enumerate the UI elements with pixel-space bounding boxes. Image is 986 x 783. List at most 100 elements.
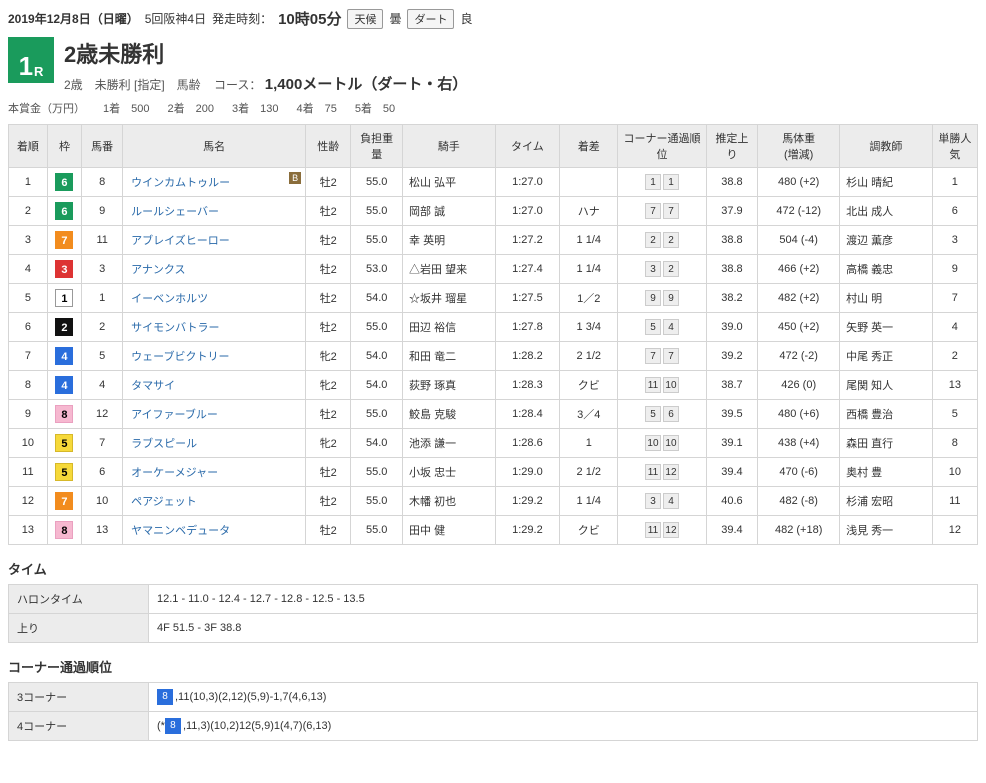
corner-pos: 4 — [663, 319, 679, 335]
horse-name-cell: ルールシェーバー — [123, 197, 306, 226]
horse-name-link[interactable]: アイファーブルー — [131, 409, 218, 421]
rank-cell: 5 — [9, 284, 48, 313]
corner-cell: 11 — [618, 168, 706, 197]
horse-name-link[interactable]: ヤマニンベデュータ — [131, 525, 230, 537]
column-header: タイム — [495, 125, 560, 168]
popularity-cell: 1 — [932, 168, 977, 197]
time-cell: 1:27.0 — [495, 168, 560, 197]
horse-weight-cell: 472 (-12) — [758, 197, 840, 226]
horse-weight-cell: 504 (-4) — [758, 226, 840, 255]
rank-cell: 11 — [9, 458, 48, 487]
time-row-value: 4F 51.5 - 3F 38.8 — [149, 614, 978, 643]
waku-cell: 6 — [47, 168, 81, 197]
rank-cell: 10 — [9, 429, 48, 458]
table-row: 745ウェーブビクトリー牝254.0和田 竜二1:28.22 1/27739.2… — [9, 342, 978, 371]
margin-cell: 1 1/4 — [560, 226, 618, 255]
sex-age-cell: 牡2 — [306, 284, 351, 313]
prize-line: 本賞金（万円） 1着 5002着 2003着 1304着 755着 50 — [8, 100, 978, 116]
horse-weight-cell: 450 (+2) — [758, 313, 840, 342]
waku-badge: 7 — [55, 492, 73, 510]
waku-cell: 2 — [47, 313, 81, 342]
sex-age-cell: 牡2 — [306, 458, 351, 487]
waku-badge: 6 — [55, 173, 73, 191]
corner-pos: 5 — [645, 319, 661, 335]
trainer-cell: 中尾 秀正 — [840, 342, 933, 371]
horse-name-link[interactable]: アナンクス — [131, 264, 185, 276]
corner-pos: 11 — [645, 464, 661, 480]
sex-age-cell: 牝2 — [306, 342, 351, 371]
popularity-cell: 9 — [932, 255, 977, 284]
margin-cell: クビ — [560, 371, 618, 400]
corner-pos: 9 — [645, 290, 661, 306]
umaban-cell: 4 — [82, 371, 123, 400]
waku-badge: 3 — [55, 260, 73, 278]
time-cell: 1:29.2 — [495, 487, 560, 516]
corner-row-value: 8,11(10,3)(2,12)(5,9)-1,7(4,6,13) — [149, 683, 978, 712]
time-cell: 1:27.5 — [495, 284, 560, 313]
time-cell: 1:29.2 — [495, 516, 560, 545]
time-row: 上り4F 51.5 - 3F 38.8 — [9, 614, 978, 643]
sex-age-cell: 牡2 — [306, 226, 351, 255]
track-label: ダート — [407, 9, 454, 29]
time-cell: 1:28.6 — [495, 429, 560, 458]
margin-cell: ハナ — [560, 197, 618, 226]
column-header: 推定上り — [706, 125, 758, 168]
jockey-cell: 田辺 裕信 — [403, 313, 496, 342]
corner-pos: 11 — [645, 522, 661, 538]
corner-pos: 4 — [663, 493, 679, 509]
horse-name-link[interactable]: アブレイズヒーロー — [131, 235, 230, 247]
corner-pos: 3 — [645, 261, 661, 277]
corner-pos: 7 — [645, 348, 661, 364]
horse-name-link[interactable]: ラブスピール — [131, 438, 197, 450]
waku-cell: 4 — [47, 371, 81, 400]
horse-name-cell: ラブスピール — [123, 429, 306, 458]
sex-age-cell: 牡2 — [306, 197, 351, 226]
horse-name-link[interactable]: サイモンバトラー — [131, 322, 219, 334]
time-cell: 1:27.0 — [495, 197, 560, 226]
time-section-title: タイム — [8, 559, 978, 578]
umaban-cell: 1 — [82, 284, 123, 313]
popularity-cell: 12 — [932, 516, 977, 545]
waku-badge: 4 — [55, 376, 73, 394]
corner-pos: 7 — [663, 203, 679, 219]
corner-row-label: 4コーナー — [9, 712, 149, 741]
horse-weight-cell: 482 (+2) — [758, 284, 840, 313]
horse-name-link[interactable]: ルールシェーバー — [131, 206, 219, 218]
waku-cell: 6 — [47, 197, 81, 226]
corner-section-title: コーナー通過順位 — [8, 657, 978, 676]
column-header: 調教師 — [840, 125, 933, 168]
sex-age-cell: 牝2 — [306, 371, 351, 400]
corner-pos: 10 — [663, 435, 679, 451]
rank-cell: 8 — [9, 371, 48, 400]
time-row-label: ハロンタイム — [9, 585, 149, 614]
table-row: 168ウインカムトゥルーB牡255.0松山 弘平1:27.01138.8480 … — [9, 168, 978, 197]
carry-weight-cell: 55.0 — [351, 516, 403, 545]
horse-name-cell: ヤマニンベデュータ — [123, 516, 306, 545]
waku-badge: 4 — [55, 347, 73, 365]
horse-name-link[interactable]: ウインカムトゥルー — [131, 177, 230, 189]
umaban-cell: 3 — [82, 255, 123, 284]
margin-cell: 1 1/4 — [560, 255, 618, 284]
prize-item: 5着 50 — [355, 103, 395, 115]
horse-weight-cell: 472 (-2) — [758, 342, 840, 371]
course-value: 1,400メートル（ダート・右） — [265, 76, 468, 93]
carry-weight-cell: 55.0 — [351, 458, 403, 487]
umaban-cell: 8 — [82, 168, 123, 197]
horse-name-link[interactable]: ペアジェット — [131, 496, 197, 508]
horse-name-link[interactable]: タマサイ — [131, 380, 175, 392]
carry-weight-cell: 54.0 — [351, 284, 403, 313]
trainer-cell: 西橋 豊治 — [840, 400, 933, 429]
waku-cell: 1 — [47, 284, 81, 313]
agari-cell: 39.2 — [706, 342, 758, 371]
horse-name-link[interactable]: イーベンホルツ — [131, 293, 208, 305]
horse-name-link[interactable]: ウェーブビクトリー — [131, 351, 229, 363]
horse-name-link[interactable]: オーケーメジャー — [131, 467, 218, 479]
table-row: 844タマサイ牝254.0荻野 琢真1:28.3クビ111038.7426 (0… — [9, 371, 978, 400]
corner-cell: 77 — [618, 342, 706, 371]
umaban-cell: 10 — [82, 487, 123, 516]
time-cell: 1:29.0 — [495, 458, 560, 487]
margin-cell: 1／2 — [560, 284, 618, 313]
blinker-badge: B — [289, 172, 301, 184]
waku-badge: 5 — [55, 434, 73, 452]
margin-cell: 2 1/2 — [560, 458, 618, 487]
